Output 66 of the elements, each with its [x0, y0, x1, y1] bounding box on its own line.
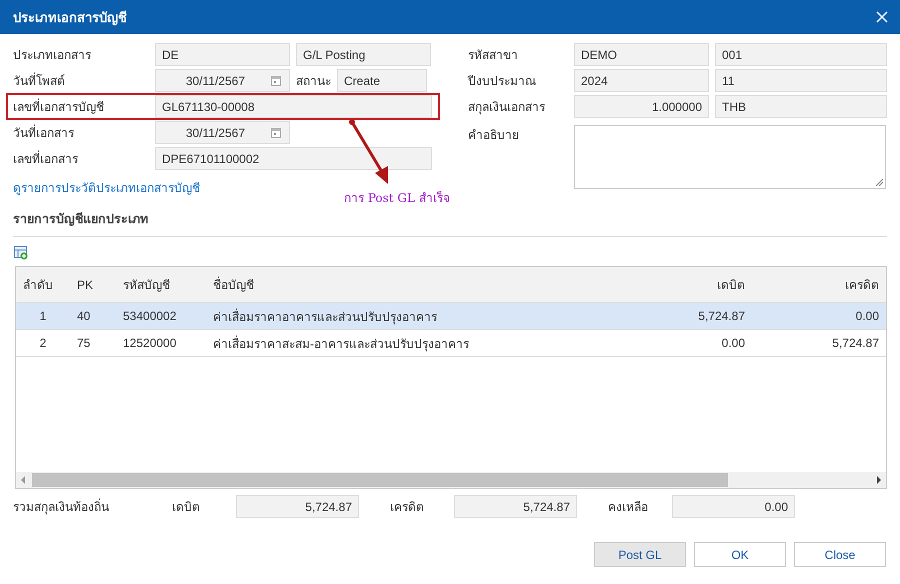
- text-field[interactable]: 2024: [574, 69, 709, 92]
- table-row[interactable]: 1 40 53400002 ค่าเสื่อมราคาอาคารและส่วนปรับปรุงอาคาร 5,724.87 0.00: [16, 302, 886, 330]
- field-label: สถานะ: [296, 73, 331, 90]
- calendar-icon[interactable]: [271, 128, 281, 138]
- text-field[interactable]: THB: [715, 95, 887, 118]
- horizontal-scrollbar[interactable]: [16, 472, 886, 488]
- dialog-button[interactable]: Close: [794, 542, 886, 567]
- table-cell: 5,724.87: [618, 302, 752, 330]
- section-title: รายการบัญชีแยกประเภท: [13, 209, 887, 237]
- table-cell: 5,724.87: [752, 330, 886, 356]
- column-header[interactable]: เดบิต: [618, 267, 752, 302]
- field-label: วันที่โพสต์: [13, 72, 66, 90]
- field-label: สกุลเงินเอกสาร: [468, 99, 546, 116]
- column-header[interactable]: ชื่อบัญชี: [206, 267, 618, 302]
- field-label: เลขที่เอกสารบัญชี: [13, 98, 105, 116]
- text-field[interactable]: DE: [155, 43, 290, 66]
- table-row[interactable]: 2 75 12520000 ค่าเสื่อมราคาสะสม-อาคารและส่วนปรับปรุงอาคาร 0.00 5,724.87: [16, 330, 886, 356]
- scroll-right-icon[interactable]: [876, 476, 882, 484]
- column-header[interactable]: เครดิต: [752, 267, 886, 302]
- close-icon[interactable]: [876, 11, 888, 23]
- field-label: วันที่เอกสาร: [13, 124, 75, 142]
- totals-label: รวมสกุลเงินท้องถิ่น: [13, 498, 110, 516]
- total-field: 5,724.87: [454, 495, 577, 518]
- text-field[interactable]: DPE67101100002: [155, 147, 432, 170]
- table-cell: 0.00: [752, 302, 886, 330]
- scroll-left-icon[interactable]: [20, 476, 26, 484]
- table-cell: ค่าเสื่อมราคาอาคารและส่วนปรับปรุงอาคาร: [206, 302, 618, 330]
- text-field[interactable]: 1.000000: [574, 95, 709, 118]
- column-header[interactable]: รหัสบัญชี: [116, 267, 206, 302]
- text-field[interactable]: DEMO: [574, 43, 709, 66]
- window-title: ประเภทเอกสารบัญชี: [13, 8, 127, 28]
- date-field[interactable]: 30/11/2567: [155, 121, 290, 144]
- table-cell: 2: [16, 330, 70, 356]
- annotation-text: การ Post GL สำเร็จ: [344, 190, 450, 207]
- dialog-button[interactable]: Post GL: [594, 542, 686, 567]
- field-label: เดบิต: [172, 499, 201, 516]
- table-cell: ค่าเสื่อมราคาสะสม-อาคารและส่วนปรับปรุงอาคาร: [206, 330, 618, 356]
- text-field[interactable]: 11: [715, 69, 887, 92]
- history-link[interactable]: ดูรายการประวัติประเภทเอกสารบัญชี: [13, 178, 200, 197]
- text-field[interactable]: Create: [337, 69, 427, 92]
- field-label: ประเภทเอกสาร: [13, 47, 92, 64]
- text-field[interactable]: 001: [715, 43, 887, 66]
- table-cell: 12520000: [116, 330, 206, 356]
- calendar-icon[interactable]: [271, 76, 281, 86]
- column-header[interactable]: PK: [70, 267, 116, 302]
- table-cell: 1: [16, 302, 70, 330]
- total-field: 0.00: [672, 495, 795, 518]
- text-field[interactable]: GL671130-00008: [155, 95, 432, 118]
- table-cell: 75: [70, 330, 116, 356]
- column-header[interactable]: ลำดับ: [16, 267, 70, 302]
- table-cell: 40: [70, 302, 116, 330]
- resize-grip-icon[interactable]: [876, 179, 883, 186]
- add-row-icon[interactable]: [14, 246, 28, 260]
- description-field[interactable]: [574, 125, 886, 189]
- total-field: 5,724.87: [236, 495, 359, 518]
- field-label: ปีงบประมาณ: [468, 73, 537, 90]
- field-label: เลขที่เอกสาร: [13, 150, 79, 168]
- table-cell: 53400002: [116, 302, 206, 330]
- date-field[interactable]: 30/11/2567: [155, 69, 290, 92]
- field-label: คงเหลือ: [608, 499, 649, 516]
- dialog-button[interactable]: OK: [694, 542, 786, 567]
- field-label: รหัสสาขา: [468, 47, 519, 64]
- field-label: คำอธิบาย: [468, 127, 520, 144]
- field-label: เครดิต: [390, 499, 425, 516]
- text-field[interactable]: G/L Posting: [296, 43, 431, 66]
- table-cell: 0.00: [618, 330, 752, 356]
